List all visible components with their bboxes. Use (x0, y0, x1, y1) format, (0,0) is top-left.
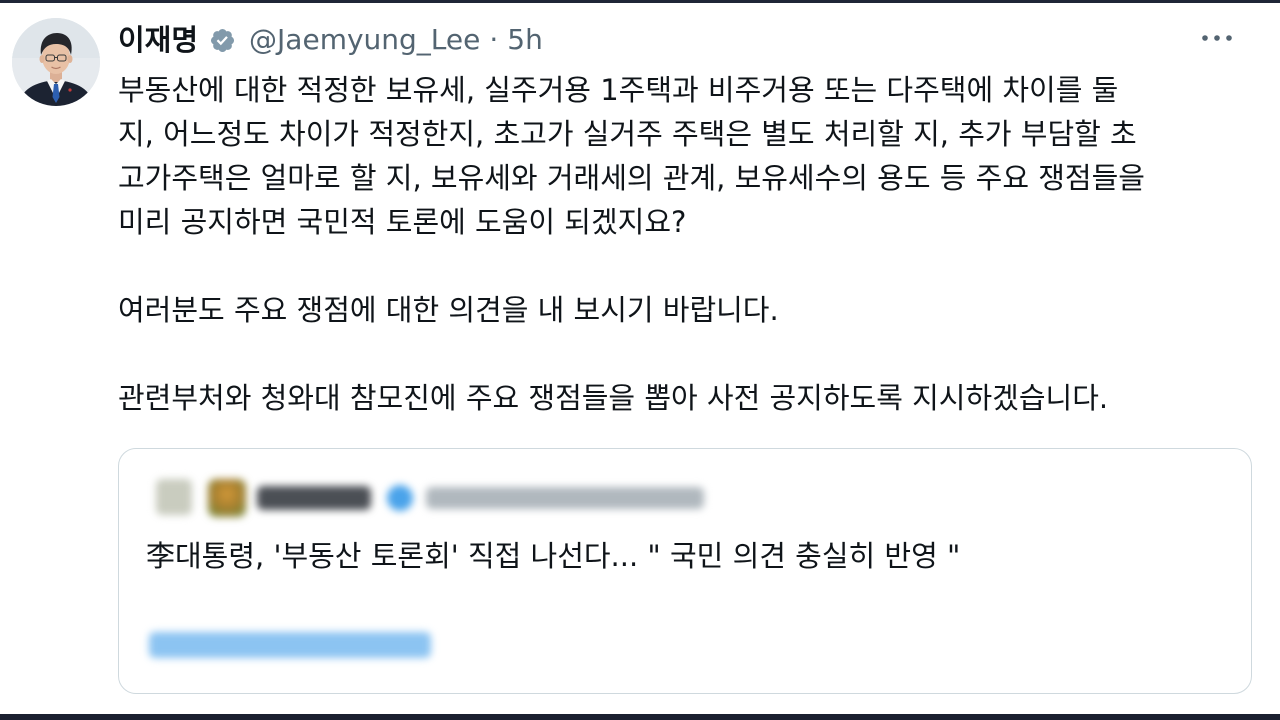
quoted-author-handle-blurred (426, 487, 704, 509)
quoted-tweet-text: 李대통령, '부동산 토론회' 직접 나선다... " 국민 의견 충실히 반영… (146, 539, 961, 573)
tweet-screen: 이재명 @Jaemyung_Lee · 5h 부동산에 대한 적정한 보유세, … (0, 0, 1280, 720)
more-horizontal-icon (1202, 35, 1232, 41)
avatar-photo (12, 18, 100, 106)
verified-badge-icon[interactable] (209, 27, 236, 54)
tweet-paragraph: 부동산에 대한 적정한 보유세, 실주거용 1주택과 비주거용 또는 다주택에 … (118, 68, 1252, 244)
tweet-text: 부동산에 대한 적정한 보유세, 실주거용 1주택과 비주거용 또는 다주택에 … (118, 68, 1252, 420)
frame-bottom-edge (0, 714, 1280, 720)
avatar[interactable] (12, 18, 100, 106)
tweet-text-line: 지, 어느정도 차이가 적정한지, 초고가 실거주 주택은 별도 처리할 지, … (118, 117, 1137, 151)
tweet-paragraph: 관련부처와 청와대 참모진에 주요 쟁점들을 뽑아 사전 공지하도록 지시하겠습… (118, 376, 1252, 420)
post-time[interactable]: 5h (507, 18, 543, 62)
quoted-author-name-blurred (257, 486, 371, 510)
frame-top-edge (0, 0, 1280, 3)
verified-badge-graphic (211, 28, 235, 52)
author-name[interactable]: 이재명 (118, 18, 198, 62)
more-options-button[interactable] (1196, 26, 1238, 50)
tweet-header: 이재명 @Jaemyung_Lee · 5h (118, 18, 543, 62)
handle-and-time: @Jaemyung_Lee · 5h (249, 18, 543, 62)
quoted-verified-badge-icon (387, 485, 413, 511)
quoted-tweet-link-blurred[interactable] (149, 632, 431, 658)
tweet-text-line: 관련부처와 청와대 참모진에 주요 쟁점들을 뽑아 사전 공지하도록 지시하겠습… (118, 381, 1109, 415)
tweet-text-line: 미리 공지하면 국민적 토론에 도움이 되겠지요? (118, 205, 687, 239)
dot-separator: · (489, 23, 499, 56)
quoted-author-avatar (156, 479, 192, 515)
tweet-text-line: 부동산에 대한 적정한 보유세, 실주거용 1주택과 비주거용 또는 다주택에 … (118, 73, 1119, 107)
tweet-text-line: 여러분도 주요 쟁점에 대한 의견을 내 보시기 바랍니다. (118, 293, 779, 327)
author-handle[interactable]: @Jaemyung_Lee (249, 18, 480, 62)
quoted-tweet-card[interactable]: 李대통령, '부동산 토론회' 직접 나선다... " 국민 의견 충실히 반영… (118, 448, 1252, 694)
tweet-text-line: 고가주택은 얼마로 할 지, 보유세와 거래세의 관계, 보유세수의 용도 등 … (118, 161, 1145, 195)
tweet-paragraph: 여러분도 주요 쟁점에 대한 의견을 내 보시기 바랍니다. (118, 288, 1252, 332)
quoted-author-logo (208, 479, 246, 517)
